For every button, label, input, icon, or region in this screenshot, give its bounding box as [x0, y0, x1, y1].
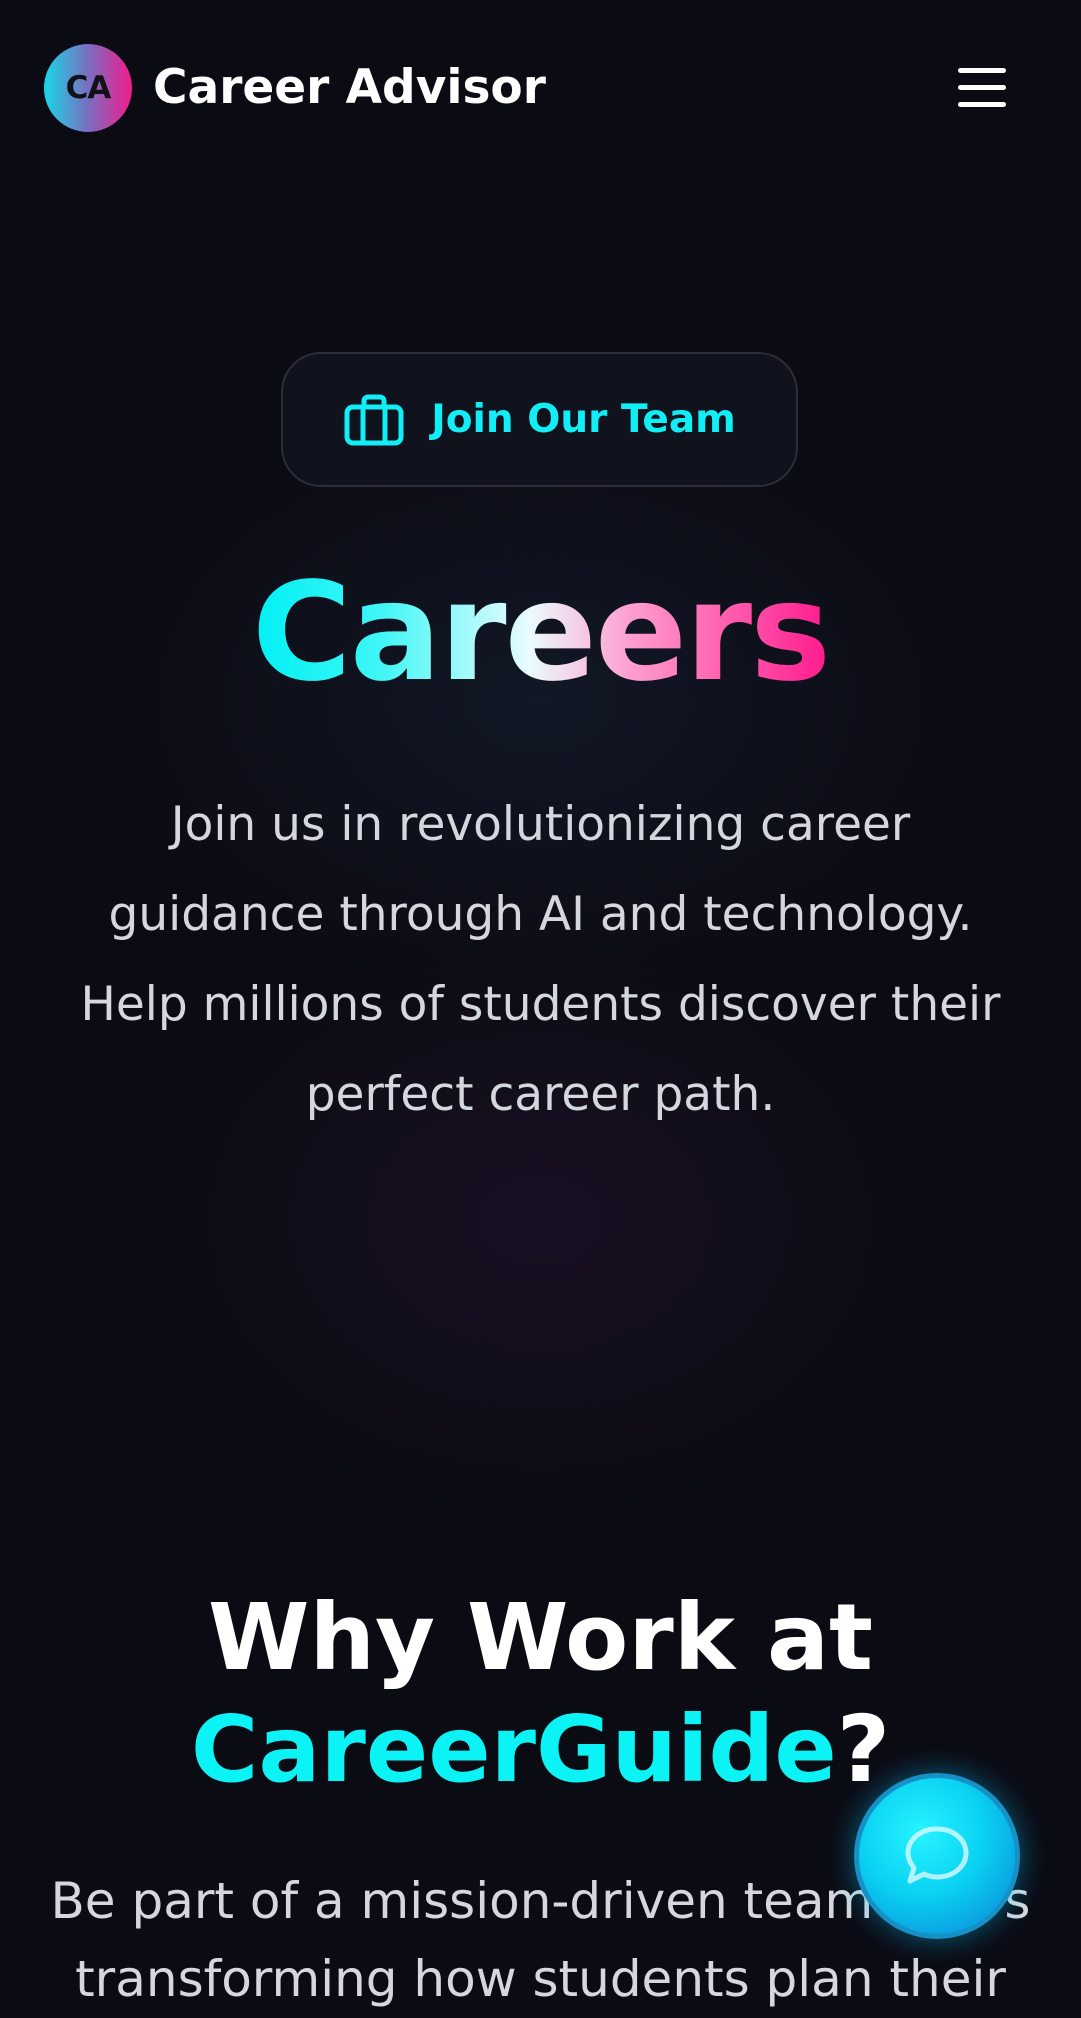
join-team-badge: Join Our Team: [281, 352, 798, 487]
chat-button[interactable]: [854, 1773, 1020, 1939]
join-team-label: Join Our Team: [431, 397, 736, 442]
section-title-suffix: ?: [836, 1696, 891, 1803]
site-header: CA Career Advisor: [0, 0, 1081, 180]
section-title: Why Work at CareerGuide?: [0, 1582, 1081, 1806]
page-title-text: Careers: [251, 554, 831, 712]
brand-name[interactable]: Career Advisor: [153, 56, 546, 120]
briefcase-icon: [344, 394, 404, 445]
hamburger-menu-icon[interactable]: [950, 60, 1012, 116]
menu-bar: [958, 102, 1006, 107]
section-title-accent: CareerGuide: [190, 1696, 837, 1803]
menu-bar: [958, 68, 1006, 73]
menu-bar: [958, 85, 1006, 90]
chat-bubble-icon: [905, 1826, 969, 1884]
logo-badge[interactable]: CA: [44, 44, 132, 132]
logo-initials: CA: [65, 70, 112, 106]
page-title: Careers: [0, 548, 1081, 718]
section-title-prefix: Why Work at: [207, 1584, 874, 1691]
hero-description: Join us in revolutionizing career guidan…: [80, 797, 1001, 1122]
